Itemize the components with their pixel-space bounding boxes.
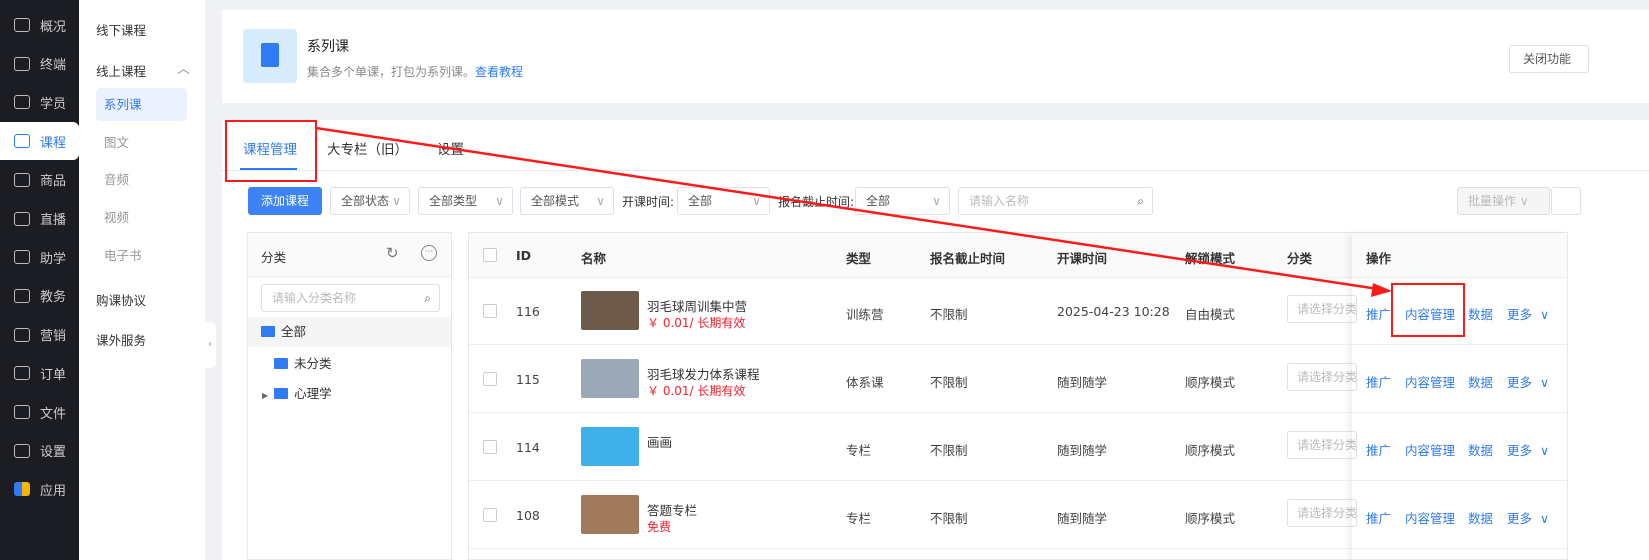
annotation-box-content-management xyxy=(1391,283,1465,337)
arrow-head-icon xyxy=(1371,283,1392,297)
annotation-box-tab xyxy=(225,120,317,182)
annotation-overlay xyxy=(225,120,1465,337)
annotation-arrow xyxy=(315,126,1379,291)
